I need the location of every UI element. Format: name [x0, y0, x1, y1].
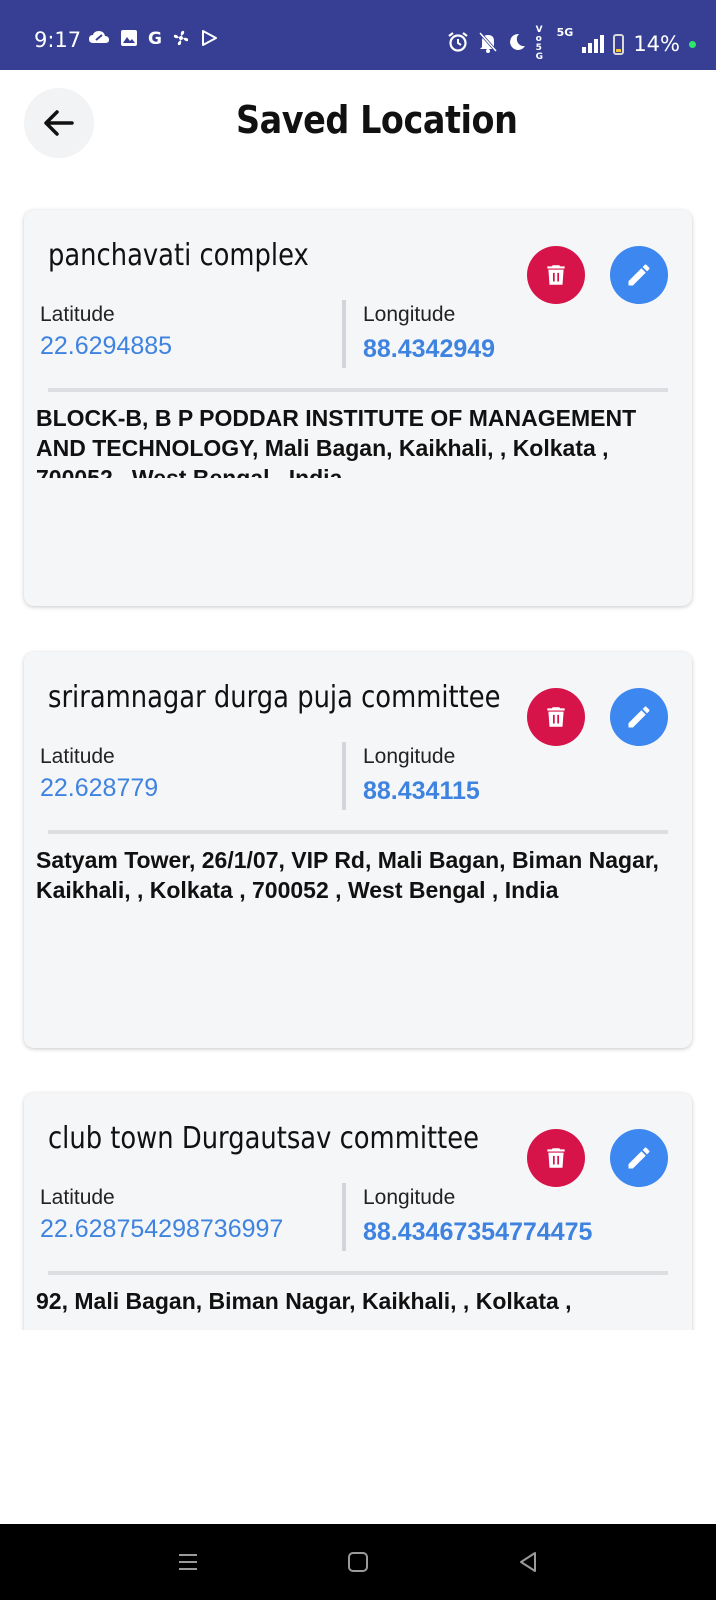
trash-icon — [547, 1148, 565, 1168]
signal-icon — [582, 35, 605, 53]
card-divider — [48, 388, 668, 392]
latitude-value: 22.628779 — [40, 774, 159, 802]
location-name: panchavati complex — [48, 238, 309, 273]
location-card[interactable]: panchavati complex Latitude 22.6294885 L… — [24, 210, 692, 606]
nav-back-button[interactable] — [483, 1524, 573, 1600]
status-notification-icons: G — [88, 29, 218, 52]
coordinate-divider — [342, 1183, 346, 1251]
home-icon — [348, 1552, 368, 1572]
status-system-icons: Vo 5G 5G 14% — [447, 26, 696, 62]
edit-button[interactable] — [610, 688, 668, 746]
longitude-label: Longitude — [363, 1186, 456, 1209]
card-divider — [48, 1271, 668, 1275]
cloud-sync-icon — [88, 29, 110, 52]
recent-apps-button[interactable] — [143, 1524, 233, 1600]
latitude-label: Latitude — [40, 1186, 115, 1209]
battery-icon — [613, 33, 625, 55]
longitude-value: 88.434115 — [363, 777, 480, 805]
latitude-label: Latitude — [40, 745, 115, 768]
battery-percent: 14% — [633, 32, 680, 56]
pencil-icon — [628, 706, 650, 728]
trash-icon — [547, 707, 565, 727]
location-name: club town Durgautsav committee — [48, 1121, 479, 1156]
longitude-value: 88.4342949 — [363, 335, 496, 363]
location-address: BLOCK-B, B P PODDAR INSTITUTE OF MANAGEM… — [36, 405, 637, 478]
page-title: Saved Location — [236, 98, 518, 142]
status-time: 9:17 — [34, 28, 82, 52]
delete-button[interactable] — [527, 688, 585, 746]
recent-apps-icon — [179, 1554, 197, 1570]
image-icon — [120, 29, 138, 52]
location-card[interactable]: sriramnagar durga puja committee Latitud… — [24, 652, 692, 1048]
coordinate-divider — [342, 300, 346, 368]
system-nav-bar — [0, 1524, 716, 1600]
longitude-label: Longitude — [363, 303, 456, 326]
home-button[interactable] — [313, 1524, 403, 1600]
latitude-value: 22.6294885 — [40, 332, 173, 360]
longitude-value: 88.43467354774475 — [363, 1218, 593, 1246]
location-address: 92, Mali Bagan, Biman Nagar, Kaikhali, ,… — [36, 1288, 572, 1314]
arrow-left-icon — [44, 110, 74, 136]
charging-dot — [689, 40, 696, 48]
delete-button[interactable] — [527, 1129, 585, 1187]
delete-button[interactable] — [527, 246, 585, 304]
trash-icon — [547, 265, 565, 285]
back-button[interactable] — [24, 88, 94, 158]
back-icon — [520, 1552, 536, 1572]
saved-location-list[interactable]: panchavati complex Latitude 22.6294885 L… — [0, 180, 716, 1330]
latitude-value: 22.628754298736997 — [40, 1215, 284, 1243]
fan-icon — [172, 29, 190, 52]
5g-icon: 5G — [556, 26, 574, 39]
edit-button[interactable] — [610, 246, 668, 304]
latitude-label: Latitude — [40, 303, 115, 326]
notifications-off-icon — [478, 31, 498, 58]
google-icon: G — [148, 29, 162, 49]
pencil-icon — [628, 1147, 650, 1169]
location-name: sriramnagar durga puja committee — [48, 680, 501, 715]
volte-icon: Vo 5G — [535, 25, 544, 62]
play-store-icon — [200, 29, 218, 52]
pencil-icon — [628, 264, 650, 286]
longitude-label: Longitude — [363, 745, 456, 768]
location-address: Satyam Tower, 26/1/07, VIP Rd, Mali Baga… — [36, 847, 659, 903]
location-card[interactable]: club town Durgautsav committee Latitude … — [24, 1093, 692, 1330]
coordinate-divider — [342, 742, 346, 810]
do-not-disturb-icon — [507, 32, 527, 57]
alarm-icon — [447, 31, 469, 58]
card-divider — [48, 830, 668, 834]
status-bar: 9:17 G Vo 5G 5G 14% — [0, 0, 716, 70]
edit-button[interactable] — [610, 1129, 668, 1187]
app-header: Saved Location — [0, 70, 716, 180]
